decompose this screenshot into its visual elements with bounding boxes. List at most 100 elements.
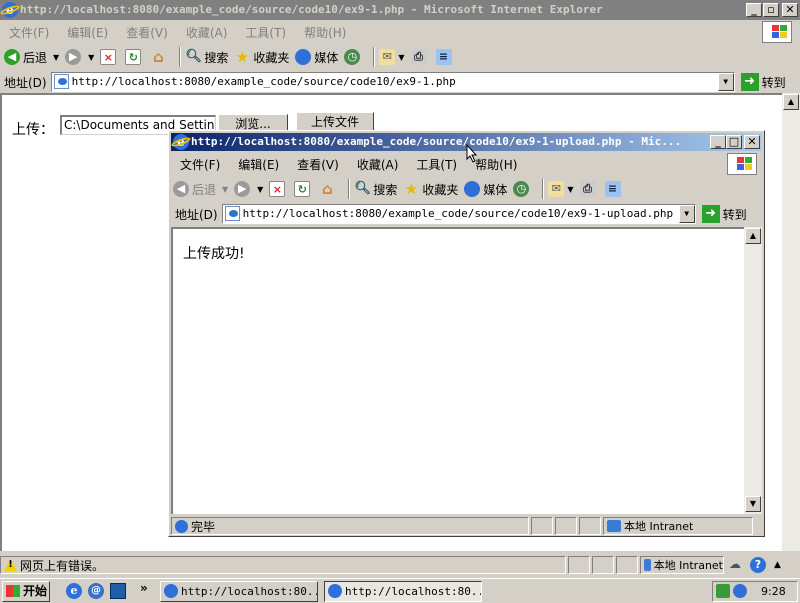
- address-dropdown-icon[interactable]: ▼: [717, 73, 734, 91]
- ie-task-icon: [164, 584, 178, 598]
- history-icon: ◷: [513, 181, 530, 197]
- menu-view[interactable]: 查看(V): [288, 156, 348, 173]
- warning-icon: !: [4, 559, 17, 571]
- search-button[interactable]: 🔍︎ 搜索: [354, 181, 397, 198]
- back-dropdown-icon[interactable]: ▼: [222, 185, 228, 194]
- quicklaunch-more-icon[interactable]: »: [140, 581, 148, 595]
- ie-logo-icon: e: [170, 134, 192, 150]
- menu-view[interactable]: 查看(V): [117, 24, 177, 41]
- outer-toolbar: ◀ 后退 ▼ ▶ ▼ × ↻ ⌂ 🔍︎ 搜索 ★ 收藏夹 媒体 ◷ ✉ ▼ ⎙ ≡: [4, 44, 461, 70]
- stop-icon: ×: [269, 181, 286, 197]
- inner-page-content: 上传成功!: [171, 227, 744, 514]
- status-message-pane[interactable]: ! 网页上有错误。: [0, 556, 566, 574]
- edit-button[interactable]: ≡: [604, 181, 624, 197]
- forward-dropdown-icon[interactable]: ▼: [88, 53, 94, 62]
- history-button[interactable]: ◷: [513, 181, 532, 197]
- mail-button[interactable]: ✉ ▼: [548, 181, 574, 197]
- close-icon[interactable]: ✕: [744, 135, 760, 149]
- status-pane: [592, 556, 614, 574]
- home-icon: ⌂: [152, 48, 164, 66]
- menu-tools[interactable]: 工具(T): [407, 156, 466, 173]
- help-icon[interactable]: ?: [750, 557, 766, 573]
- status-pane: [616, 556, 638, 574]
- stop-button[interactable]: ×: [269, 181, 288, 197]
- menu-favorites[interactable]: 收藏(A): [348, 156, 408, 173]
- forward-dropdown-icon[interactable]: ▼: [257, 185, 263, 194]
- menu-tools[interactable]: 工具(T): [236, 24, 295, 41]
- edit-button[interactable]: ≡: [435, 49, 455, 65]
- address-field[interactable]: http://localhost:8080/example_code/sourc…: [50, 72, 735, 92]
- start-button[interactable]: 开始: [2, 581, 50, 602]
- mail-dropdown-icon[interactable]: ▼: [398, 53, 404, 62]
- outer-vertical-scrollbar[interactable]: ▲: [782, 93, 800, 551]
- upload-label: 上传：: [12, 122, 54, 138]
- tray-network-icon[interactable]: [716, 584, 730, 598]
- refresh-button[interactable]: ↻: [294, 181, 313, 197]
- menu-edit[interactable]: 编辑(E): [58, 24, 117, 41]
- back-button[interactable]: ◀ 后退 ▼: [4, 49, 59, 66]
- outer-title-bar[interactable]: http://localhost:8080/example_code/sourc…: [0, 0, 800, 20]
- clock[interactable]: 9:28: [761, 582, 786, 601]
- history-icon: ◷: [344, 49, 361, 65]
- quicklaunch-desktop-icon[interactable]: [110, 583, 126, 599]
- mail-button[interactable]: ✉ ▼: [379, 49, 405, 65]
- inner-vertical-scrollbar[interactable]: ▲ ▼: [744, 227, 762, 514]
- restore-icon[interactable]: ▫: [763, 3, 779, 17]
- home-button[interactable]: ⌂: [150, 49, 169, 65]
- inner-ie-window: http://localhost:8080/example_code/sourc…: [168, 130, 765, 537]
- back-button[interactable]: ◀ 后退 ▼: [173, 181, 228, 198]
- page-icon: [224, 206, 240, 221]
- page-done-icon: [175, 519, 188, 533]
- scroll-up-icon[interactable]: ▲: [783, 94, 799, 110]
- go-button[interactable]: ➜ 转到: [701, 205, 747, 223]
- edit-page-icon: ≡: [435, 49, 452, 65]
- home-button[interactable]: ⌂: [319, 181, 338, 197]
- scroll-down-icon[interactable]: ▼: [745, 496, 761, 512]
- menu-edit[interactable]: 编辑(E): [229, 156, 288, 173]
- toolbar-separator: [179, 47, 182, 67]
- history-button[interactable]: ◷: [344, 49, 363, 65]
- address-dropdown-icon[interactable]: ▼: [678, 205, 695, 223]
- media-globe-icon: [464, 181, 481, 197]
- minimize-icon[interactable]: _: [710, 135, 726, 149]
- close-icon[interactable]: ✕: [782, 3, 798, 17]
- quicklaunch-outlook-icon[interactable]: @: [88, 583, 104, 599]
- go-arrow-icon: ➜: [740, 73, 759, 91]
- media-button[interactable]: 媒体: [295, 49, 338, 66]
- refresh-button[interactable]: ↻: [125, 49, 144, 65]
- favorites-button[interactable]: ★ 收藏夹: [403, 180, 459, 198]
- address-label: 地址(D): [4, 75, 47, 90]
- go-button[interactable]: ➜ 转到: [740, 73, 786, 91]
- search-icon: 🔍︎: [354, 181, 371, 196]
- forward-button[interactable]: ▶ ▼: [65, 49, 94, 65]
- maximize-icon[interactable]: □: [726, 135, 742, 149]
- address-field[interactable]: http://localhost:8080/example_code/sourc…: [221, 204, 696, 224]
- mail-dropdown-icon[interactable]: ▼: [567, 185, 573, 194]
- print-button[interactable]: ⎙: [410, 49, 430, 65]
- status-dropdown-icon[interactable]: ▲: [774, 560, 781, 570]
- menu-file[interactable]: 文件(F): [0, 24, 58, 41]
- menu-favorites[interactable]: 收藏(A): [177, 24, 237, 41]
- quicklaunch-ie-icon[interactable]: e: [66, 583, 82, 599]
- stop-button[interactable]: ×: [100, 49, 119, 65]
- home-icon: ⌂: [321, 180, 333, 198]
- scroll-up-icon[interactable]: ▲: [745, 228, 761, 244]
- tray-ie-icon[interactable]: [733, 584, 747, 598]
- forward-button[interactable]: ▶ ▼: [234, 181, 263, 197]
- menu-help[interactable]: 帮助(H): [295, 24, 355, 41]
- print-button[interactable]: ⎙: [579, 181, 599, 197]
- inner-status-bar: 完毕 本地 Intranet: [171, 516, 762, 536]
- favorites-button[interactable]: ★ 收藏夹: [234, 48, 290, 66]
- ie-task-icon: [328, 584, 342, 598]
- task-button-1[interactable]: http://localhost:80...: [160, 581, 318, 602]
- search-button[interactable]: 🔍︎ 搜索: [185, 49, 228, 66]
- minimize-icon[interactable]: _: [746, 3, 762, 17]
- media-globe-icon: [295, 49, 312, 65]
- edit-page-icon: ≡: [604, 181, 621, 197]
- media-button[interactable]: 媒体: [464, 181, 507, 198]
- star-icon: ★: [235, 48, 250, 66]
- back-dropdown-icon[interactable]: ▼: [53, 53, 59, 62]
- task-button-2[interactable]: http://localhost:80...: [324, 581, 482, 602]
- star-icon: ★: [404, 180, 419, 198]
- menu-file[interactable]: 文件(F): [171, 156, 229, 173]
